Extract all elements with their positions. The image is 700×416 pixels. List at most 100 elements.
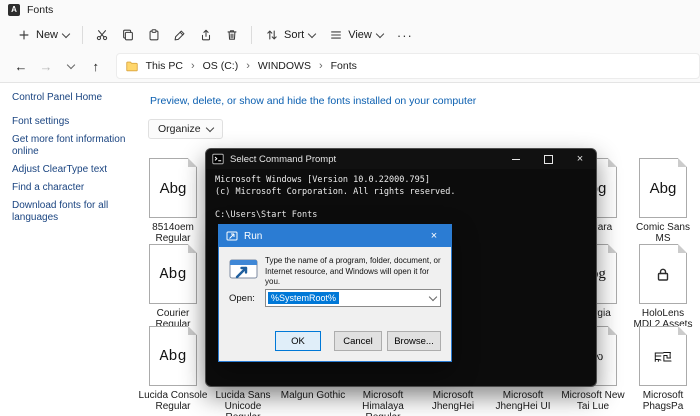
terminal-line: (c) Microsoft Corporation. All rights re… bbox=[215, 186, 456, 197]
run-dialog-title: Run bbox=[244, 230, 263, 242]
maximize-button[interactable] bbox=[532, 149, 564, 169]
maximize-icon bbox=[543, 154, 553, 164]
minimize-icon bbox=[512, 158, 520, 160]
breadcrumb-separator-icon: › bbox=[246, 60, 250, 72]
up-icon: ↑ bbox=[92, 58, 99, 74]
organize-button-label: Organize bbox=[158, 123, 201, 135]
page-title: Preview, delete, or show and hide the fo… bbox=[150, 95, 477, 107]
run-dialog-titlebar[interactable]: Run × bbox=[219, 225, 451, 247]
breadcrumb[interactable]: This PC › OS (C:) › WINDOWS › Fonts bbox=[115, 53, 700, 79]
command-prompt-title: Select Command Prompt bbox=[230, 153, 337, 165]
minimize-button[interactable] bbox=[500, 149, 532, 169]
breadcrumb-item[interactable]: OS (C:) bbox=[198, 58, 244, 74]
cut-button[interactable] bbox=[89, 22, 115, 48]
new-button-label: New bbox=[36, 29, 59, 41]
toolbar-separator bbox=[82, 26, 84, 44]
font-grid-item[interactable]: Abg Lucida Console Regular bbox=[138, 326, 208, 412]
font-tile: ꡀꡙ bbox=[639, 326, 687, 386]
cut-icon bbox=[96, 30, 108, 41]
sort-button-label: Sort bbox=[284, 29, 305, 41]
up-button[interactable]: ↑ bbox=[85, 55, 107, 77]
close-button[interactable]: × bbox=[564, 149, 596, 169]
terminal-line: Microsoft Windows [Version 10.0.22000.79… bbox=[215, 175, 430, 185]
share-button[interactable] bbox=[193, 22, 219, 48]
font-tile: Abg bbox=[639, 158, 687, 218]
control-panel-sidebar: Control Panel Home Font settings Get mor… bbox=[12, 92, 138, 230]
font-tile bbox=[639, 244, 687, 304]
forward-icon: → bbox=[39, 58, 53, 74]
paste-button[interactable] bbox=[141, 22, 167, 48]
folder-icon bbox=[125, 61, 138, 72]
share-icon bbox=[201, 29, 211, 41]
sidebar-item-control-panel-home[interactable]: Control Panel Home bbox=[12, 92, 138, 104]
delete-button[interactable] bbox=[219, 22, 245, 48]
close-icon: × bbox=[430, 230, 438, 242]
run-open-input[interactable]: %SystemRoot% bbox=[265, 289, 441, 307]
command-prompt-icon bbox=[212, 153, 224, 165]
font-preview-glyph: Abg bbox=[159, 179, 187, 197]
run-program-icon bbox=[229, 259, 258, 279]
run-open-value: %SystemRoot% bbox=[268, 292, 340, 304]
sort-icon bbox=[267, 30, 277, 40]
font-grid-item[interactable]: Abg Comic Sans MS bbox=[628, 158, 698, 244]
close-button[interactable]: × bbox=[417, 225, 451, 247]
breadcrumb-item[interactable]: Fonts bbox=[326, 58, 362, 74]
font-preview-glyph: Abg bbox=[649, 179, 677, 197]
run-icon bbox=[226, 231, 238, 241]
rename-icon bbox=[174, 30, 185, 41]
font-tile: Abg bbox=[149, 244, 197, 304]
ok-button[interactable]: OK bbox=[275, 331, 321, 351]
trash-icon bbox=[227, 30, 237, 40]
font-tile-label: Microsoft PhagsPa bbox=[642, 390, 684, 412]
explorer-toolbar: New Sort View ··· bbox=[0, 20, 700, 50]
plus-icon bbox=[19, 30, 29, 40]
forward-button[interactable]: → bbox=[35, 55, 57, 77]
font-tile-label: 8514oem Regular bbox=[152, 222, 194, 244]
window-title: Fonts bbox=[27, 4, 54, 16]
run-dialog: Run × Type the name of a program, folder… bbox=[218, 224, 452, 362]
cancel-button[interactable]: Cancel bbox=[334, 331, 382, 351]
font-preview-glyph: Abg bbox=[159, 265, 187, 283]
copy-button[interactable] bbox=[115, 22, 141, 48]
sort-button[interactable]: Sort bbox=[258, 24, 322, 46]
back-button[interactable]: ← bbox=[10, 55, 32, 77]
breadcrumb-separator-icon: › bbox=[318, 60, 323, 72]
breadcrumb-separator-icon: › bbox=[190, 60, 195, 72]
sidebar-item-download-fonts[interactable]: Download fonts for all languages bbox=[12, 200, 138, 224]
chevron-down-icon bbox=[428, 292, 437, 301]
more-options-button[interactable]: ··· bbox=[390, 24, 420, 47]
font-grid-item[interactable]: Abg Courier Regular bbox=[138, 244, 208, 330]
browse-button[interactable]: Browse... bbox=[387, 331, 441, 351]
combo-dropdown-button[interactable] bbox=[425, 290, 440, 306]
font-preview-glyph: Abg bbox=[159, 347, 187, 365]
font-tile-label: Lucida Sans Unicode Regular bbox=[215, 390, 271, 416]
copy-icon bbox=[123, 29, 133, 41]
sidebar-item-font-settings[interactable]: Font settings bbox=[12, 116, 138, 128]
rename-button[interactable] bbox=[167, 22, 193, 48]
font-tile-label: Microsoft JhengHei bbox=[431, 390, 475, 412]
font-tile-label: Malgun Gothic bbox=[280, 390, 346, 401]
chevron-down-icon bbox=[375, 29, 385, 38]
new-button[interactable]: New bbox=[10, 24, 76, 46]
paste-icon bbox=[149, 29, 159, 41]
font-grid-item[interactable]: Abg 8514oem Regular bbox=[138, 158, 208, 244]
explorer-titlebar[interactable]: A Fonts bbox=[0, 0, 700, 20]
font-tile-label: Microsoft Himalaya Regular bbox=[362, 390, 404, 416]
font-tile-label: Lucida Console Regular bbox=[138, 390, 208, 412]
view-button[interactable]: View bbox=[322, 24, 390, 46]
chevron-down-icon bbox=[205, 123, 214, 132]
recent-locations-button[interactable] bbox=[60, 55, 82, 77]
more-icon: ··· bbox=[396, 27, 413, 43]
sidebar-item-get-more-font-info[interactable]: Get more font information online bbox=[12, 134, 138, 158]
toolbar-separator bbox=[251, 26, 253, 44]
view-icon bbox=[331, 31, 342, 39]
terminal-output[interactable]: Microsoft Windows [Version 10.0.22000.79… bbox=[206, 169, 596, 227]
breadcrumb-item[interactable]: This PC bbox=[141, 58, 188, 74]
sidebar-item-find-character[interactable]: Find a character bbox=[12, 182, 138, 194]
font-grid-item[interactable]: ꡀꡙ Microsoft PhagsPa bbox=[628, 326, 698, 412]
sidebar-item-adjust-cleartype[interactable]: Adjust ClearType text bbox=[12, 164, 138, 176]
command-prompt-titlebar[interactable]: Select Command Prompt × bbox=[206, 149, 596, 169]
breadcrumb-item[interactable]: WINDOWS bbox=[253, 58, 316, 74]
organize-button[interactable]: Organize bbox=[148, 119, 223, 139]
